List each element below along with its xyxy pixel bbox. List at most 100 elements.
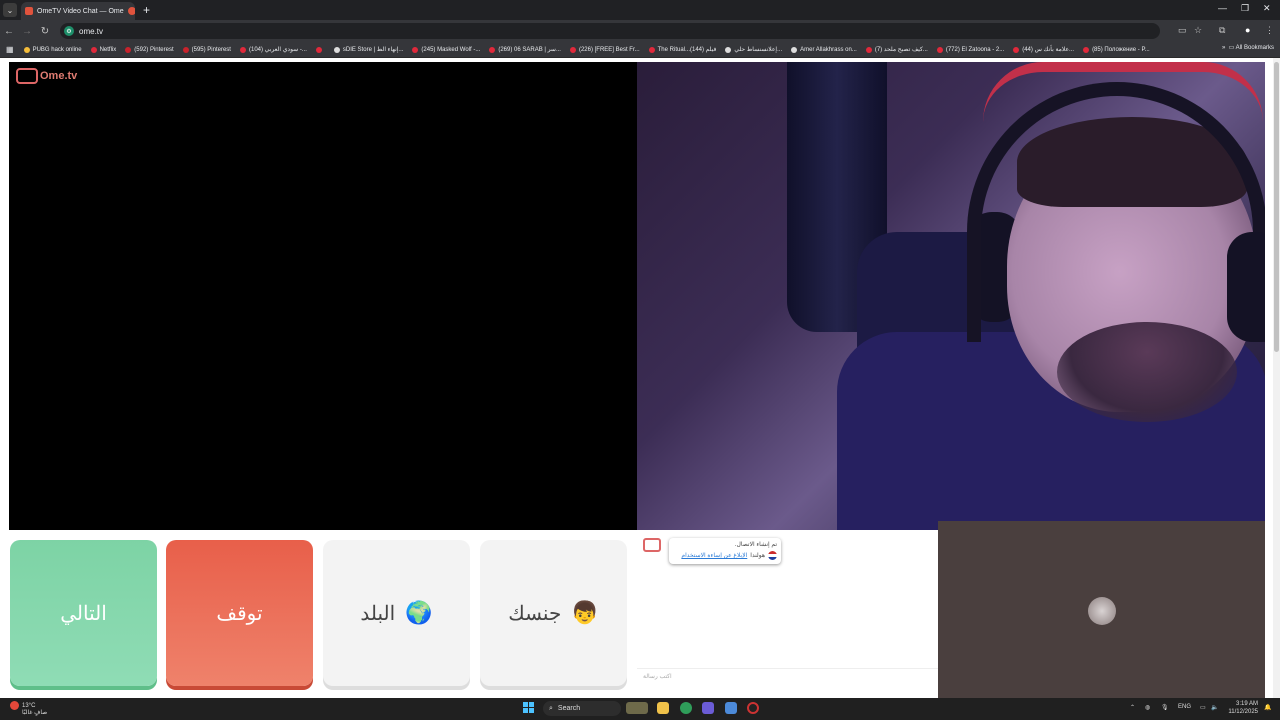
menu-icon[interactable]: ⋮ <box>1265 25 1274 36</box>
message-input[interactable]: اكتب رسالة <box>637 668 938 688</box>
bookmark-item[interactable]: (226) [FREE] Best Fr... <box>569 46 640 53</box>
bookmark-item[interactable]: PUBG hack online <box>23 46 82 53</box>
minimize-icon[interactable]: — <box>1218 3 1227 13</box>
browser-tab[interactable]: OmeTV Video Chat — Ome ✕ <box>21 2 135 20</box>
maximize-icon[interactable]: ❐ <box>1241 3 1249 14</box>
bookmark-item[interactable]: (44) علامة بأنك س... <box>1013 46 1074 53</box>
reload-icon[interactable]: ↻ <box>36 26 54 37</box>
profile-icon[interactable]: ● <box>1245 25 1250 35</box>
youtube-icon <box>1013 46 1020 53</box>
bookmark-item[interactable]: (595) Pinterest <box>182 46 231 53</box>
gender-button[interactable]: جنسك 👦 <box>480 540 627 686</box>
stop-button[interactable]: توقف <box>166 540 313 686</box>
search-label: Search <box>557 705 581 712</box>
bookmark-item[interactable]: (772) El Zatoona - 2... <box>936 46 1005 53</box>
headset-earcup-right <box>1227 232 1265 342</box>
bookmark-item[interactable]: (269) 06 SARAB | سر... <box>489 46 561 53</box>
bookmark-item[interactable]: (7) كيف تصبح ملحد... <box>865 46 928 53</box>
close-window-icon[interactable]: ✕ <box>1263 3 1271 14</box>
apps-icon[interactable]: ▦ <box>6 45 14 54</box>
app-icon[interactable] <box>747 702 759 714</box>
bookmark-label: (772) El Zatoona - 2... <box>945 46 1005 53</box>
chat-panel: تم إنشاء الاتصال. هولندا الإبلاغ عن إساء… <box>637 532 938 690</box>
self-camera-preview <box>938 521 1265 702</box>
notification-icon[interactable]: 🔔 <box>1264 704 1271 711</box>
start-icon[interactable] <box>523 702 534 713</box>
new-tab-icon[interactable]: + <box>143 3 150 17</box>
site-info-icon[interactable]: ⚙ <box>64 26 74 36</box>
bookmark-icon <box>23 46 30 53</box>
bookmark-item[interactable]: Netflix <box>90 46 117 53</box>
search-highlight-icon[interactable] <box>626 702 648 714</box>
webcam-video <box>637 62 1265 530</box>
country-name: هولندا <box>750 553 765 559</box>
volume-icon[interactable]: 🔈 <box>1211 704 1218 711</box>
country-label: البلد <box>360 602 396 625</box>
bookmark-star-icon[interactable]: ☆ <box>1194 25 1202 36</box>
clock[interactable]: 3:19 AM 11/12/2025 <box>1228 700 1258 716</box>
country-button[interactable]: البلد 🌍 <box>323 540 470 686</box>
back-icon[interactable]: ← <box>0 26 18 37</box>
bookmark-item[interactable]: (85) Положение - P... <box>1083 46 1150 53</box>
bookmark-item[interactable]: إعلانسنساط حلي... <box>725 46 782 53</box>
bookmark-item[interactable]: sDIE Store | إنهاء الط... <box>333 46 404 53</box>
bookmark-item[interactable]: Amer Allakhrass on... <box>791 46 857 53</box>
system-message: تم إنشاء الاتصال. هولندا الإبلاغ عن إساء… <box>669 538 781 564</box>
youtube-icon <box>489 46 496 53</box>
network-icon[interactable]: ▭ <box>1200 704 1206 711</box>
bookmark-label: (104) سودي العربي -... <box>248 47 307 53</box>
bookmark-label: (7) كيف تصبح ملحد... <box>874 47 928 53</box>
ometv-favicon-icon <box>25 7 33 15</box>
file-explorer-icon[interactable] <box>657 702 669 714</box>
extensions-icon[interactable]: ⧉ <box>1219 25 1225 36</box>
globe-icon <box>333 46 340 53</box>
language-indicator[interactable]: ENG <box>1178 704 1191 710</box>
url-field[interactable]: ⚙ ome.tv <box>60 23 1160 39</box>
connection-message: تم إنشاء الاتصال. <box>734 542 777 548</box>
weather-widget[interactable]: 13°C صافٍ غالبًا <box>10 701 47 717</box>
temperature: 13°C <box>22 703 36 710</box>
pinterest-icon <box>125 46 132 53</box>
tab-bar: ⌄ OmeTV Video Chat — Ome ✕ + — ❐ ✕ <box>0 0 1280 20</box>
ometv-logo[interactable]: Ome.tv <box>16 68 77 84</box>
camera-loading-icon <box>1088 597 1116 625</box>
chrome-icon[interactable] <box>680 702 692 714</box>
time: 3:19 AM <box>1235 701 1258 707</box>
microphone-icon[interactable]: 🎙 <box>1161 704 1169 711</box>
bookmark-label: Netflix <box>99 46 117 53</box>
calculator-icon[interactable] <box>725 702 737 714</box>
tray-app-icon[interactable]: ◍ <box>1145 704 1150 711</box>
bookmark-item[interactable]: The Ritual...فيلم (144) <box>648 46 716 53</box>
scrollbar-thumb[interactable] <box>1274 62 1279 352</box>
youtube-icon <box>239 46 246 53</box>
next-label: التالي <box>60 602 107 625</box>
bookmark-item[interactable]: (245) Masked Wolf -... <box>412 46 481 53</box>
tray-chevron-icon[interactable]: ⌃ <box>1130 704 1135 711</box>
bookmark-label: (245) Masked Wolf -... <box>421 46 481 53</box>
page-scrollbar[interactable] <box>1273 58 1280 698</box>
youtube-icon <box>865 46 872 53</box>
forward-icon[interactable]: → <box>18 26 36 37</box>
bookmark-item[interactable]: (592) Pinterest <box>125 46 174 53</box>
pinterest-icon <box>182 46 189 53</box>
audio-playing-icon[interactable] <box>127 7 135 15</box>
weather-icon <box>10 701 19 710</box>
tab-search-icon[interactable]: ⌄ <box>3 3 17 17</box>
netflix-icon <box>90 46 97 53</box>
cast-icon[interactable]: ▭ <box>1178 25 1187 36</box>
discord-icon[interactable] <box>702 702 714 714</box>
bookmark-label: إعلانسنساط حلي... <box>734 47 783 53</box>
next-button[interactable]: التالي <box>10 540 157 686</box>
bookmark-label: sDIE Store | إنهاء الط... <box>342 47 404 53</box>
bookmark-item[interactable]: (104) سودي العربي -... <box>239 46 307 53</box>
tv-logo-icon <box>16 68 38 84</box>
report-abuse-link[interactable]: الإبلاغ عن إساءة الاستخدام <box>681 552 747 559</box>
bookmark-label: PUBG hack online <box>32 46 82 53</box>
bookmark-item[interactable] <box>315 46 325 53</box>
bookmark-label: (595) Pinterest <box>191 46 231 53</box>
globe-icon <box>725 46 732 53</box>
youtube-icon <box>315 46 322 53</box>
bookmark-label: (226) [FREE] Best Fr... <box>578 46 640 53</box>
taskbar-search[interactable]: ⌕ Search <box>543 701 621 716</box>
all-bookmarks-button[interactable]: » ▭ All Bookmarks <box>1222 44 1274 51</box>
